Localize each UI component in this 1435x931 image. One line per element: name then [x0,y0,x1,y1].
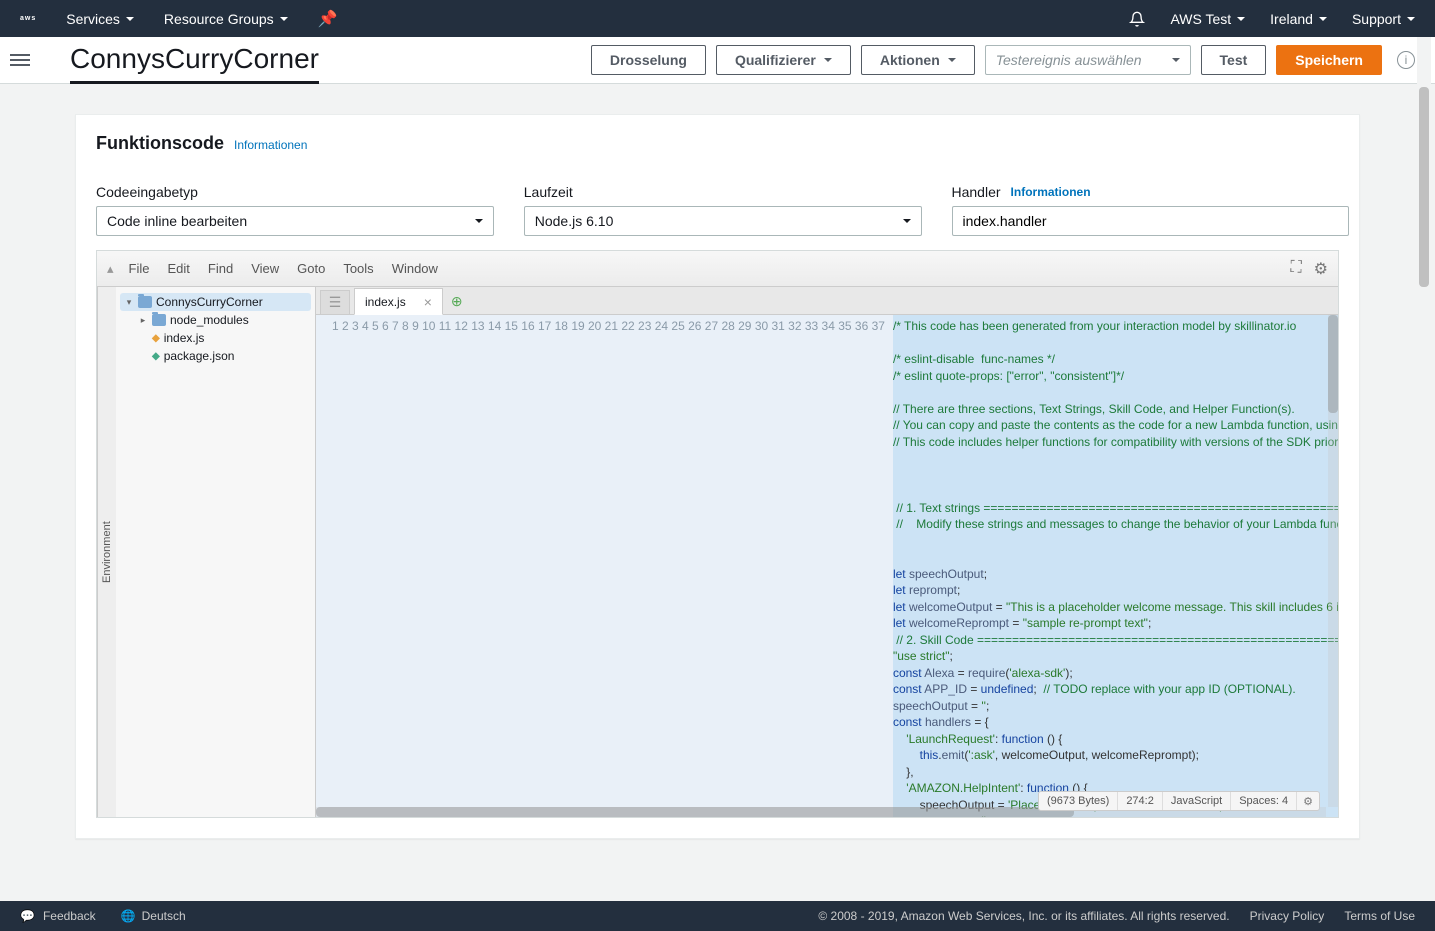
tree-package-json[interactable]: ◆package.json [120,347,311,365]
function-code-panel: Funktionscode Informationen Codeeingabet… [75,114,1360,839]
caret-down-icon [126,17,134,21]
terms-link[interactable]: Terms of Use [1344,909,1415,923]
bell-icon[interactable] [1129,11,1145,27]
nav-account[interactable]: AWS Test [1170,11,1245,27]
ide-menu-find[interactable]: Find [208,261,233,276]
caret-down-icon [280,17,288,21]
gear-icon[interactable]: ⚙ [1314,259,1328,279]
handler-label: Handler [952,184,1001,200]
caret-down-icon [1319,17,1327,21]
ide-menu-goto[interactable]: Goto [297,261,325,276]
editor-tab-active[interactable]: index.js× [354,288,443,315]
handler-input[interactable] [952,206,1350,236]
aws-footer: 💬 Feedback 🌐 Deutsch © 2008 - 2019, Amaz… [0,901,1435,931]
environment-tab[interactable]: Environment [97,287,116,817]
fullscreen-icon[interactable]: ⛶ [1290,259,1301,279]
collapse-icon[interactable]: ▴ [107,261,114,277]
folder-icon [138,296,152,308]
code-editor[interactable]: 1 2 3 4 5 6 7 8 9 10 11 12 13 14 15 16 1… [316,315,1338,817]
feedback-link[interactable]: 💬 Feedback [20,909,96,923]
page-scrollbar[interactable] [1417,37,1431,901]
caret-down-icon [948,58,956,62]
caret-down-icon [475,219,483,223]
status-bytes: (9673 Bytes) [1039,792,1118,810]
language-select[interactable]: 🌐 Deutsch [121,909,186,923]
status-language: JavaScript [1163,792,1231,810]
close-icon[interactable]: × [424,294,432,310]
test-event-select[interactable]: Testereignis auswählen [985,45,1191,75]
nav-region[interactable]: Ireland [1270,11,1327,27]
runtime-select[interactable]: Node.js 6.10 [524,206,922,236]
panel-info-link[interactable]: Informationen [234,138,307,152]
aws-logo[interactable]: aws [20,17,36,21]
ide-menu-tools[interactable]: Tools [343,261,373,276]
pin-icon[interactable]: 📌 [318,9,338,29]
copyright: © 2008 - 2019, Amazon Web Services, Inc.… [818,909,1229,923]
tab-outline-icon[interactable]: ☰ [320,290,350,314]
ide-menu-edit[interactable]: Edit [167,261,189,276]
ide-menu-window[interactable]: Window [392,261,438,276]
cloud9-ide: ▴ File Edit Find View Goto Tools Window ⛶ ⚙ En… [96,250,1339,818]
help-icon[interactable]: i [1397,51,1415,69]
save-button[interactable]: Speichern [1276,45,1382,75]
tree-node-modules[interactable]: ▸node_modules [120,311,311,329]
hamburger-icon[interactable] [10,51,30,69]
privacy-link[interactable]: Privacy Policy [1250,909,1325,923]
ide-menu-view[interactable]: View [251,261,279,276]
caret-down-icon [1407,17,1415,21]
handler-info-link[interactable]: Informationen [1011,185,1091,199]
qualifier-button[interactable]: Qualifizierer [716,45,851,75]
caret-down-icon [824,58,832,62]
vertical-scrollbar[interactable] [1328,315,1338,807]
function-header: ConnysCurryCorner Drosselung Qualifizier… [0,37,1435,84]
caret-down-icon [903,219,911,223]
tree-index-js[interactable]: ◆index.js [120,329,311,347]
gear-icon[interactable]: ⚙ [1297,793,1319,810]
file-tree: ▾ConnysCurryCorner ▸node_modules ◆index.… [116,287,316,817]
js-file-icon: ◆ [152,333,160,344]
test-button[interactable]: Test [1201,45,1267,75]
caret-down-icon [1172,58,1180,62]
code-entry-label: Codeeingabetyp [96,184,494,200]
caret-down-icon [1237,17,1245,21]
runtime-label: Laufzeit [524,184,922,200]
add-tab-icon[interactable]: ⊕ [451,293,463,310]
panel-title: Funktionscode [96,133,224,154]
tree-root[interactable]: ▾ConnysCurryCorner [120,293,311,311]
throttle-button[interactable]: Drosselung [591,45,706,75]
actions-button[interactable]: Aktionen [861,45,975,75]
status-spaces: Spaces: 4 [1231,792,1297,810]
json-file-icon: ◆ [152,351,160,362]
code-entry-select[interactable]: Code inline bearbeiten [96,206,494,236]
editor-status-bar: (9673 Bytes) 274:2 JavaScript Spaces: 4 … [1038,791,1320,811]
status-cursor: 274:2 [1118,792,1163,810]
nav-support[interactable]: Support [1352,11,1415,27]
nav-resource-groups[interactable]: Resource Groups [164,9,288,29]
ide-menu-file[interactable]: File [129,261,150,276]
nav-services[interactable]: Services [66,9,134,29]
folder-icon [152,314,166,326]
aws-topnav: aws Services Resource Groups 📌 AWS Test … [0,0,1435,37]
function-name: ConnysCurryCorner [70,43,319,84]
